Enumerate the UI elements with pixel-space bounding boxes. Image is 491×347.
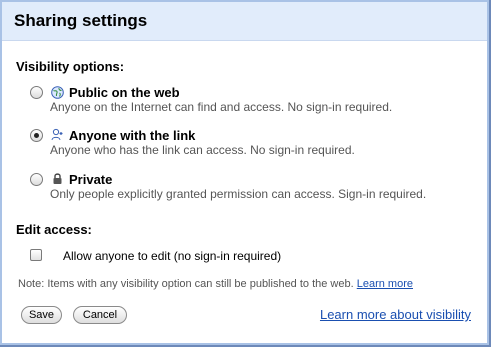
edit-access-heading: Edit access: bbox=[16, 222, 92, 237]
people-link-icon bbox=[51, 128, 63, 141]
allow-edit-label[interactable]: Allow anyone to edit (no sign-in require… bbox=[63, 249, 281, 263]
sharing-settings-dialog: Sharing settings Visibility options: Pub… bbox=[0, 0, 489, 345]
publish-note: Note: Items with any visibility option c… bbox=[18, 278, 413, 290]
radio-private[interactable] bbox=[30, 173, 43, 186]
lock-icon bbox=[53, 173, 62, 184]
dialog-titlebar: Sharing settings bbox=[2, 2, 487, 41]
option-title-anyone-link: Anyone with the link bbox=[69, 128, 196, 143]
option-desc-private: Only people explicitly granted permissio… bbox=[50, 187, 427, 201]
save-button[interactable]: Save bbox=[21, 306, 62, 324]
radio-anyone-with-link[interactable] bbox=[30, 129, 43, 142]
option-desc-anyone-link: Anyone who has the link can access. No s… bbox=[50, 143, 355, 157]
learn-more-visibility-link[interactable]: Learn more about visibility bbox=[320, 307, 471, 322]
option-title-public: Public on the web bbox=[69, 85, 180, 100]
publish-note-text: Note: Items with any visibility option c… bbox=[18, 278, 354, 290]
learn-more-link[interactable]: Learn more bbox=[357, 278, 413, 290]
radio-public-on-web[interactable] bbox=[30, 86, 43, 99]
option-title-private: Private bbox=[69, 172, 113, 187]
cancel-button[interactable]: Cancel bbox=[73, 306, 127, 324]
visibility-options-heading: Visibility options: bbox=[16, 59, 125, 74]
dialog-title: Sharing settings bbox=[14, 11, 148, 30]
option-desc-public: Anyone on the Internet can find and acce… bbox=[50, 100, 393, 114]
globe-icon bbox=[51, 86, 64, 99]
allow-edit-checkbox[interactable] bbox=[30, 249, 42, 261]
